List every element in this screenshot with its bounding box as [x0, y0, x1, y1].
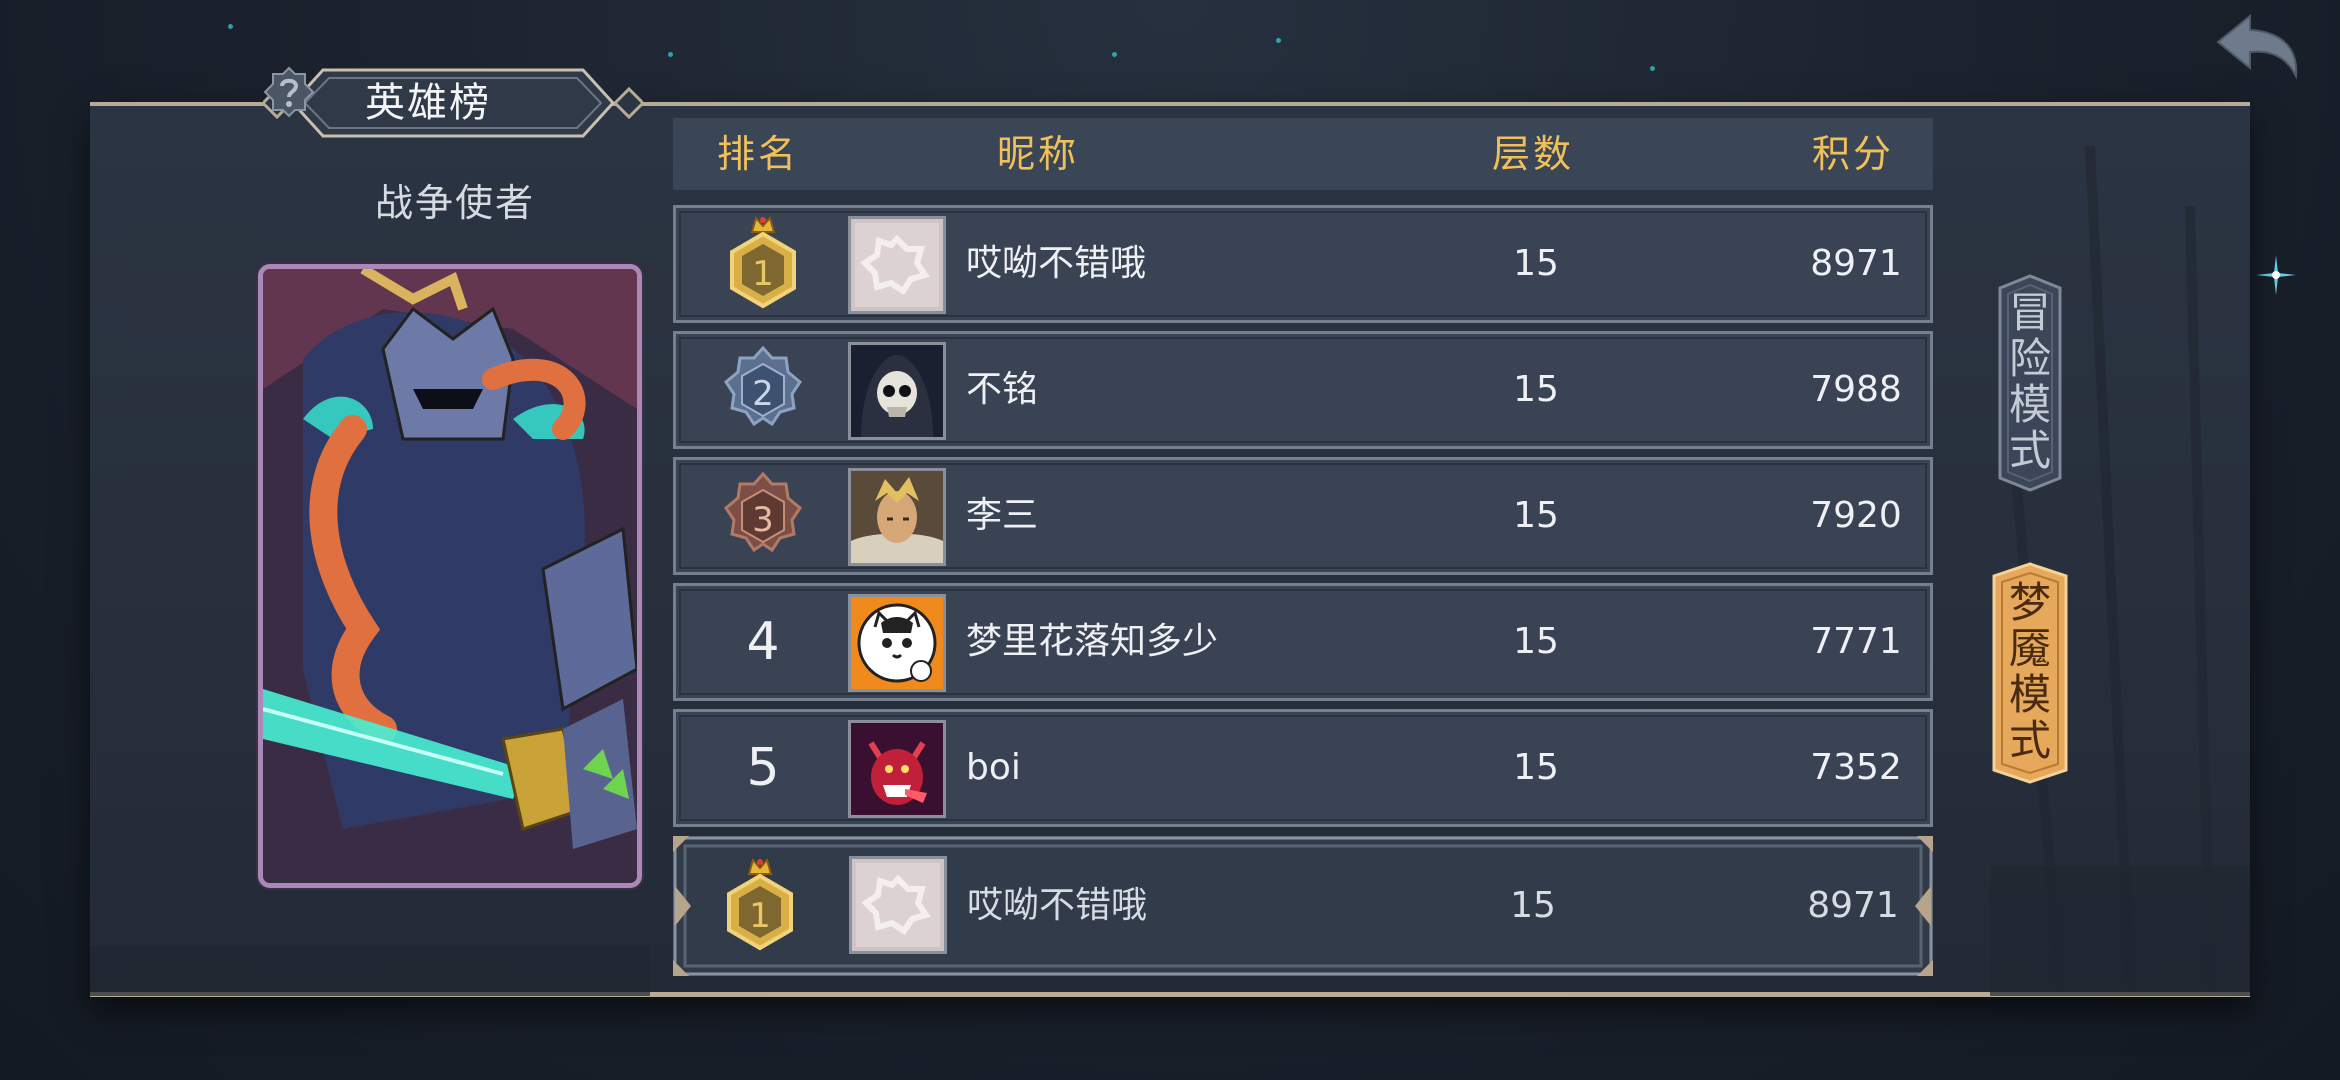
player-score: 7920 [1810, 495, 1902, 536]
player-score: 7988 [1810, 369, 1902, 410]
my-layers: 15 [1510, 885, 1556, 926]
header-nickname: 昵称 [996, 132, 1079, 176]
background-star [1650, 66, 1655, 71]
table-row[interactable]: 3 李三 15 7920 [673, 457, 1933, 575]
header-score: 积分 [1811, 132, 1894, 176]
player-layers: 15 [1513, 495, 1559, 536]
header-layers: 层数 [1491, 132, 1574, 176]
svg-text:2: 2 [752, 374, 774, 414]
table-row[interactable]: 1 哎呦不错哦 15 8971 [673, 205, 1933, 323]
player-layers: 15 [1513, 369, 1559, 410]
tab-nightmare-mode[interactable]: 梦魇模式 [1990, 562, 2070, 784]
player-score: 8971 [1810, 243, 1902, 284]
player-nickname: 梦里花落知多少 [966, 621, 1219, 662]
player-avatar[interactable] [848, 720, 946, 818]
player-nickname: 哎呦不错哦 [966, 243, 1147, 284]
page-title: 英雄榜 [365, 80, 491, 126]
background-star [1112, 52, 1117, 57]
player-layers: 15 [1513, 747, 1559, 788]
background-star [228, 24, 233, 29]
tab-adventure-label: 冒险模式 [2008, 288, 2051, 475]
player-avatar[interactable] [848, 216, 946, 314]
table-row[interactable]: 5 boi 15 7352 [673, 709, 1933, 827]
silver-medal-icon: 2 [724, 345, 802, 427]
player-avatar[interactable] [848, 468, 946, 566]
gold-crown-medal-icon: 1 [730, 215, 796, 309]
header-rank: 排名 [716, 132, 799, 176]
bronze-medal-icon: 3 [724, 471, 802, 553]
player-nickname: 不铭 [966, 369, 1039, 410]
player-nickname: boi [966, 747, 1021, 788]
rank-number: 4 [746, 612, 780, 672]
player-avatar[interactable] [848, 342, 946, 440]
player-layers: 15 [1513, 243, 1559, 284]
background-star [668, 52, 673, 57]
player-nickname: 李三 [966, 495, 1039, 536]
hero-name: 战争使者 [374, 181, 535, 225]
my-nickname: 哎呦不错哦 [967, 885, 1148, 926]
svg-text:3: 3 [752, 500, 774, 540]
rank-number: 5 [746, 738, 780, 798]
player-avatar[interactable] [848, 594, 946, 692]
player-layers: 15 [1513, 621, 1559, 662]
table-row[interactable]: 4 梦里花落知多少 15 7771 [673, 583, 1933, 701]
player-score: 7771 [1810, 621, 1902, 662]
tab-nightmare-label: 梦魇模式 [2008, 578, 2051, 765]
my-score: 8971 [1807, 885, 1899, 926]
question-mark-icon[interactable] [263, 66, 315, 118]
sparkle-icon [2256, 255, 2296, 295]
player-score: 7352 [1810, 747, 1902, 788]
back-arrow-icon[interactable] [2214, 10, 2306, 84]
hero-portrait[interactable] [258, 264, 642, 888]
gold-crown-medal-icon: 1 [727, 857, 793, 951]
my-avatar[interactable] [849, 856, 947, 954]
leaderboard-header: 排名 昵称 层数 积分 [673, 118, 1933, 190]
tab-adventure-mode[interactable]: 冒险模式 [1990, 274, 2070, 492]
table-row[interactable]: 2 不铭 15 7988 [673, 331, 1933, 449]
background-star [1276, 38, 1281, 43]
svg-text:1: 1 [752, 254, 774, 294]
leaderboard-title-badge: 英雄榜 [263, 66, 643, 140]
my-rank-row[interactable]: 1 哎呦不错哦 15 8971 [673, 836, 1933, 976]
svg-text:1: 1 [749, 896, 771, 936]
